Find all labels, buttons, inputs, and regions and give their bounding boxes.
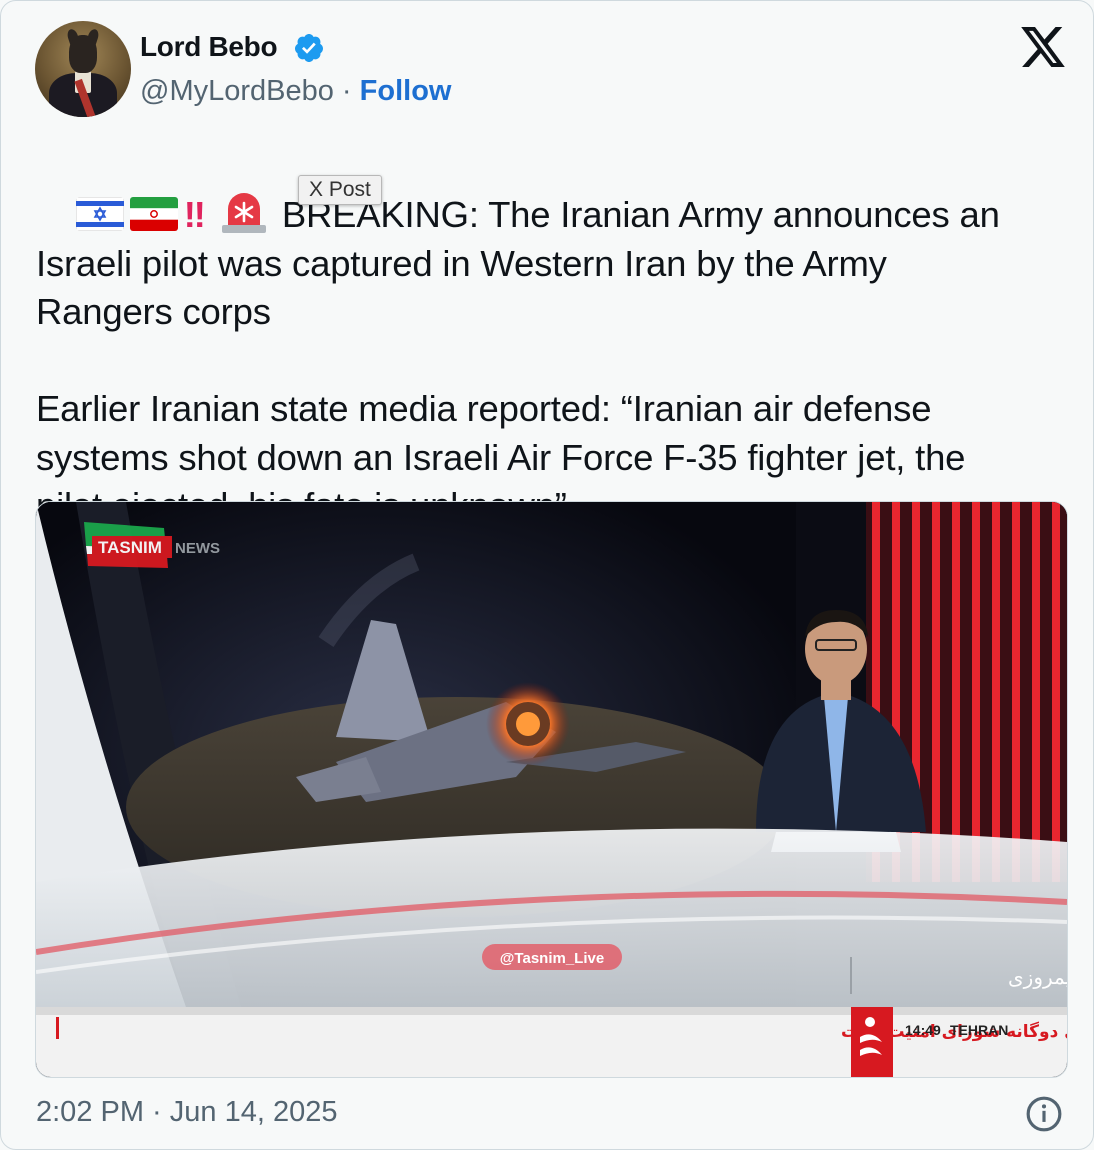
watermark-handle: @Tasnim_Live xyxy=(500,950,604,967)
tasnim-logo-main: TASNIM xyxy=(98,538,162,557)
tweet-card[interactable]: Lord Bebo @MyLordBebo · Follow ‼ BREAKIN… xyxy=(0,0,1094,1150)
tweet-text-line1: BREAKING: The Iranian Army announces an xyxy=(281,193,1000,235)
info-icon[interactable] xyxy=(1025,1095,1063,1133)
tweet-timestamp[interactable]: 2:02 PM · Jun 14, 2025 xyxy=(36,1096,337,1129)
avatar[interactable] xyxy=(35,21,131,117)
author-name[interactable]: Lord Bebo xyxy=(140,31,278,63)
double-exclamation-icon: ‼ xyxy=(183,193,208,235)
handle-row: @MyLordBebo · Follow xyxy=(140,75,451,108)
tooltip: X Post xyxy=(298,175,382,205)
avatar-dog-head xyxy=(69,35,97,73)
clock-time: 14:49 xyxy=(905,1022,941,1038)
verified-badge-icon xyxy=(294,34,323,62)
tweet-text-body: Israeli pilot was captured in Western Ir… xyxy=(36,242,966,527)
author-handle[interactable]: @MyLordBebo xyxy=(140,75,334,107)
siren-icon xyxy=(221,192,266,233)
israel-flag-icon xyxy=(75,196,124,231)
tweet-media[interactable]: TASNIM NEWS @Tasnim_Live خبر نیمروزی ساز… xyxy=(35,501,1068,1078)
x-logo-icon[interactable] xyxy=(1021,27,1065,67)
follow-button[interactable]: Follow xyxy=(360,75,452,107)
program-title: خبر نیمروزی xyxy=(1008,965,1067,989)
tasnim-logo-sub: NEWS xyxy=(175,540,220,557)
clock-city: TEHRAN xyxy=(950,1022,1008,1038)
news-broadcast-image: TASNIM NEWS @Tasnim_Live خبر نیمروزی ساز… xyxy=(36,502,1067,1077)
separator: · xyxy=(333,75,360,107)
iran-flag-icon xyxy=(129,196,178,231)
